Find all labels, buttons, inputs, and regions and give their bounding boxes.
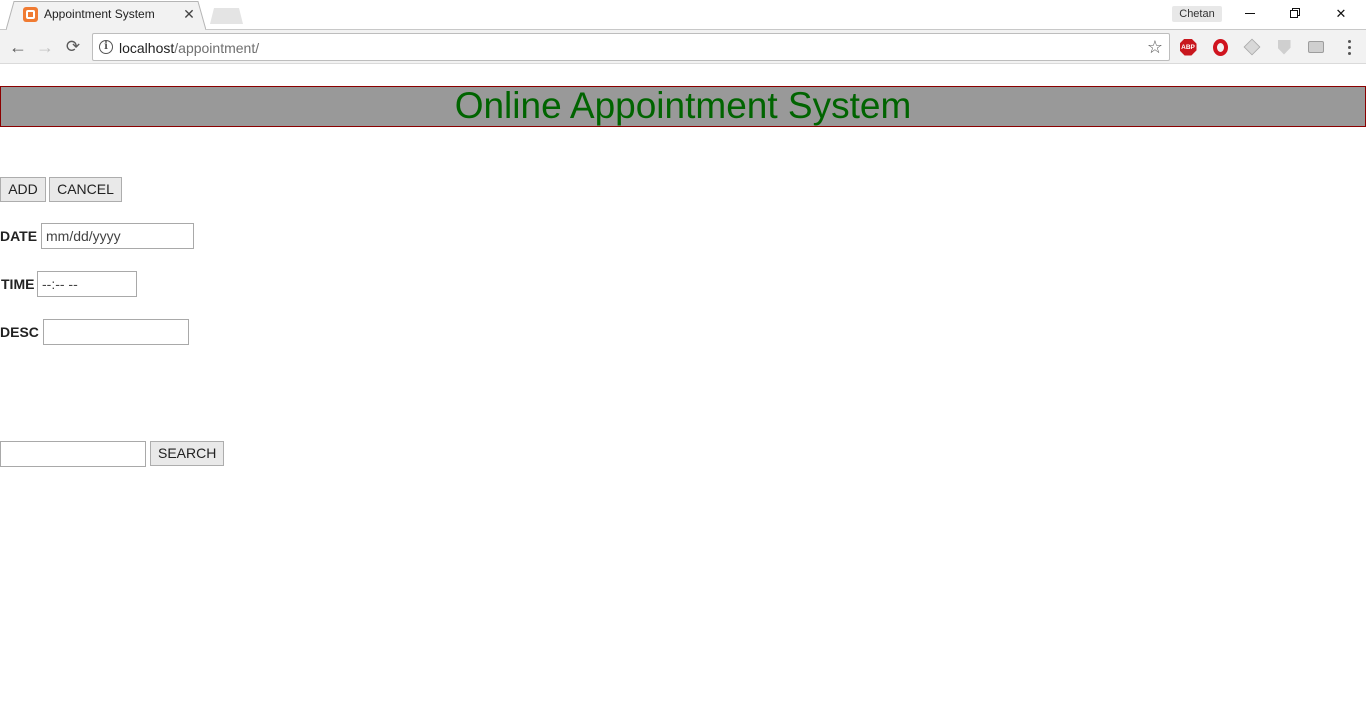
page-content: Online Appointment System ADD CANCEL DAT…: [0, 65, 1366, 728]
shield-shape: [1277, 39, 1291, 55]
adblock-plus-badge: ABP: [1179, 38, 1197, 56]
shield-extension-icon[interactable]: [1275, 38, 1293, 56]
restore-icon-front: [1290, 10, 1298, 18]
opera-logo: [1212, 38, 1228, 56]
title-bar: Appointment System ✕ Chetan ✕: [0, 0, 1366, 30]
desc-field[interactable]: [43, 319, 189, 345]
url-host: localhost: [119, 40, 175, 56]
page-header-banner: Online Appointment System: [0, 86, 1366, 127]
reload-icon[interactable]: ⟳: [60, 34, 86, 60]
date-field[interactable]: mm/dd/yyyy: [41, 223, 194, 249]
page-title: Online Appointment System: [454, 85, 912, 126]
browser-toolbar: ← → ⟳ i localhost/appointment/ ☆ ABP: [0, 30, 1366, 64]
minimize-icon: [1245, 13, 1255, 14]
window-close-button[interactable]: ✕: [1318, 0, 1364, 28]
profile-button[interactable]: Chetan: [1172, 6, 1222, 22]
time-label: TIME: [1, 276, 35, 292]
tab-title: Appointment System: [44, 7, 155, 21]
new-tab-button[interactable]: [210, 8, 243, 24]
mail-extension-icon[interactable]: [1307, 38, 1325, 56]
minimize-button[interactable]: [1227, 0, 1273, 28]
forward-arrow-icon[interactable]: →: [32, 34, 58, 60]
bookmark-star-icon[interactable]: ☆: [1145, 37, 1165, 57]
adblock-plus-icon[interactable]: ABP: [1179, 38, 1197, 56]
kebab-menu-icon[interactable]: [1339, 36, 1359, 58]
tab-close-icon[interactable]: ✕: [181, 5, 197, 23]
date-label: DATE: [0, 228, 38, 244]
url-path: /appointment/: [174, 40, 260, 56]
time-field[interactable]: --:-- --: [37, 271, 137, 297]
desc-label: DESC: [0, 324, 39, 340]
search-input[interactable]: [0, 441, 146, 467]
address-bar[interactable]: i localhost/appointment/ ☆: [92, 33, 1170, 61]
search-button[interactable]: SEARCH: [150, 441, 224, 466]
add-button[interactable]: ADD: [0, 177, 46, 202]
restore-button[interactable]: [1272, 0, 1318, 28]
mail-shape: [1308, 41, 1324, 53]
opera-extension-icon[interactable]: [1211, 38, 1229, 56]
url-text[interactable]: localhost/appointment/: [119, 40, 259, 56]
cube-shape: [1243, 38, 1261, 56]
cube-extension-icon[interactable]: [1243, 38, 1261, 56]
back-arrow-icon[interactable]: ←: [5, 34, 31, 60]
site-info-icon[interactable]: i: [99, 40, 113, 54]
xampp-favicon-icon: [23, 7, 38, 22]
cancel-button[interactable]: CANCEL: [49, 177, 122, 202]
